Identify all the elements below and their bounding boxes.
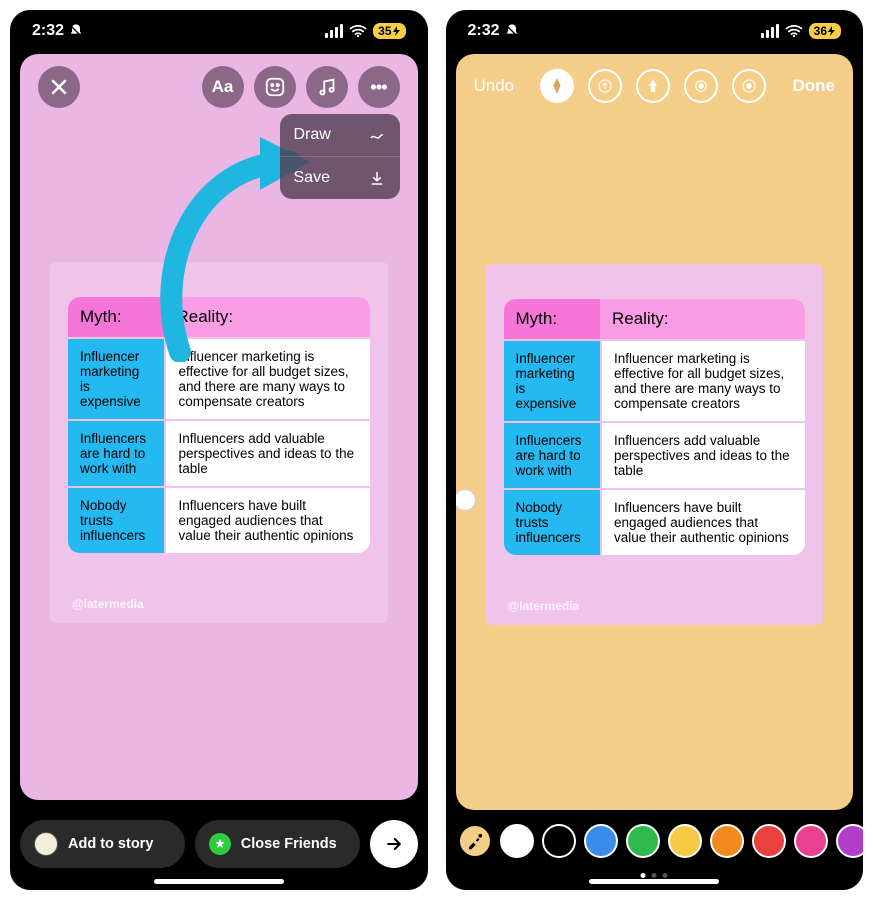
color-swatch[interactable] (836, 824, 864, 858)
brush-eraser[interactable] (732, 69, 766, 103)
cell-myth: Influencer marketing is expensive (504, 339, 600, 421)
color-swatch[interactable] (752, 824, 786, 858)
silent-icon (68, 23, 84, 39)
watermark: @latermedia (72, 597, 144, 611)
status-bar: 2:32 36 (446, 10, 864, 52)
cell-myth: Influencers are hard to work with (504, 421, 600, 488)
cell-myth: Nobody trusts influencers (68, 486, 164, 553)
color-swatch[interactable] (542, 824, 576, 858)
text-tool-button[interactable]: Aa (202, 66, 244, 108)
draw-canvas[interactable]: Undo Done Myth: Reality: Influencer mark… (456, 54, 854, 810)
brush-marker[interactable] (636, 69, 670, 103)
done-button[interactable]: Done (792, 76, 835, 96)
color-palette (458, 816, 852, 866)
signal-icon (325, 24, 343, 38)
brush-size-slider[interactable] (456, 489, 476, 511)
battery-badge: 35 (373, 23, 405, 39)
color-swatch[interactable] (626, 824, 660, 858)
status-time: 2:32 (468, 22, 500, 40)
menu-label: Save (294, 169, 330, 187)
button-label: Add to story (68, 836, 153, 852)
cell-reality: Influencers have built engaged audiences… (600, 488, 805, 555)
brush-neon[interactable] (684, 69, 718, 103)
status-time: 2:32 (32, 22, 64, 40)
more-button[interactable] (358, 66, 400, 108)
color-swatch[interactable] (500, 824, 534, 858)
silent-icon (504, 23, 520, 39)
sticker-button[interactable] (254, 66, 296, 108)
cell-reality: Influencers add valuable perspectives an… (600, 421, 805, 488)
col-header-reality: Reality: (600, 299, 805, 339)
phone-story-editor: 2:32 35 Aa Draw Save (10, 10, 428, 890)
battery-badge: 36 (809, 23, 841, 39)
close-friends-button[interactable]: Close Friends (195, 820, 360, 868)
more-menu: Draw Save (280, 114, 400, 199)
wifi-icon (349, 24, 367, 38)
menu-item-draw[interactable]: Draw (280, 114, 400, 156)
home-indicator (154, 879, 284, 884)
color-swatch[interactable] (668, 824, 702, 858)
undo-button[interactable]: Undo (474, 76, 515, 96)
draw-toolbar: Undo Done (456, 64, 854, 108)
button-label: Close Friends (241, 836, 337, 852)
menu-label: Draw (294, 126, 331, 144)
wifi-icon (785, 24, 803, 38)
story-canvas[interactable]: Aa Draw Save Myth: Reality: (20, 54, 418, 800)
home-indicator (589, 879, 719, 884)
brush-pen[interactable] (540, 69, 574, 103)
close-friends-icon (209, 833, 231, 855)
send-button[interactable] (370, 820, 418, 868)
music-button[interactable] (306, 66, 348, 108)
shared-post-card[interactable]: Myth: Reality: Influencer marketing is e… (486, 264, 824, 625)
watermark: @latermedia (508, 599, 580, 613)
signal-icon (761, 24, 779, 38)
phone-draw-editor: 2:32 36 Undo Done (446, 10, 864, 890)
avatar-icon (34, 832, 58, 856)
brush-arrow[interactable] (588, 69, 622, 103)
cell-reality: Influencers add valuable perspectives an… (164, 419, 369, 486)
cell-myth: Influencers are hard to work with (68, 419, 164, 486)
status-bar: 2:32 35 (10, 10, 428, 52)
cell-myth: Nobody trusts influencers (504, 488, 600, 555)
story-bottom-bar: Add to story Close Friends (20, 816, 418, 872)
col-header-myth: Myth: (504, 299, 600, 339)
myth-reality-table: Myth: Reality: Influencer marketing is e… (504, 299, 806, 555)
close-button[interactable] (38, 66, 80, 108)
palette-page-dots (641, 873, 668, 878)
cell-reality: Influencers have built engaged audiences… (164, 486, 369, 553)
color-swatch[interactable] (794, 824, 828, 858)
menu-item-save[interactable]: Save (280, 156, 400, 199)
cell-reality: Influencer marketing is effective for al… (600, 339, 805, 421)
eyedropper-button[interactable] (458, 824, 492, 858)
add-to-story-button[interactable]: Add to story (20, 820, 185, 868)
color-swatch[interactable] (584, 824, 618, 858)
color-swatch[interactable] (710, 824, 744, 858)
